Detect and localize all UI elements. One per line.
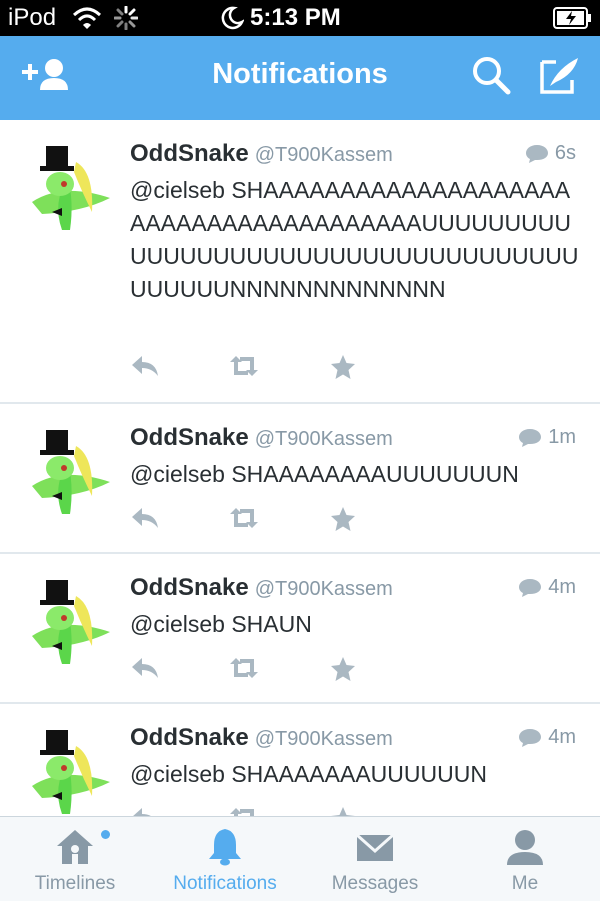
navigation-bar: Notifications <box>0 36 600 120</box>
retweet-icon[interactable] <box>226 656 262 680</box>
favorite-star-icon[interactable] <box>329 806 357 816</box>
author-name[interactable]: OddSnake <box>130 140 249 167</box>
tweet-actions <box>130 656 390 684</box>
compose-tweet-button[interactable] <box>538 54 582 101</box>
tweet-timestamp: 6s <box>525 142 576 165</box>
tweet-text: @cielseb SHAAAAAAAUUUUUUN <box>130 761 487 787</box>
tab-notifications[interactable]: Notifications <box>150 817 300 901</box>
author-handle[interactable]: @T900Kassem <box>255 578 393 600</box>
tab-timelines[interactable]: Timelines <box>0 817 150 901</box>
avatar[interactable] <box>22 576 114 668</box>
envelope-icon <box>356 833 394 861</box>
do-not-disturb-moon-icon <box>221 6 244 30</box>
battery-charging-icon <box>553 7 591 29</box>
status-time: 5:13 PM <box>250 4 341 31</box>
avatar[interactable] <box>22 726 114 816</box>
reply-icon[interactable] <box>130 506 160 530</box>
favorite-star-icon[interactable] <box>329 354 357 380</box>
author-name[interactable]: OddSnake <box>130 724 249 751</box>
tweet-timestamp: 4m <box>519 576 576 599</box>
tab-label: Notifications <box>173 873 277 894</box>
reply-icon[interactable] <box>130 354 160 378</box>
tweet-actions <box>130 506 390 534</box>
tweet-text: @cielseb SHAAAAAAAAUUUUUUUN <box>130 461 519 487</box>
reply-bubble-icon <box>519 729 542 747</box>
carrier-label: iPod <box>8 4 57 31</box>
tweet-item[interactable]: OddSnake @T900Kassem 6s @cielseb SHAAAAAA… <box>0 120 600 404</box>
tab-label: Messages <box>331 873 419 894</box>
tweet-actions <box>130 354 390 382</box>
tab-me[interactable]: Me <box>450 817 600 901</box>
favorite-star-icon[interactable] <box>329 506 357 532</box>
notifications-list[interactable]: OddSnake @T900Kassem 6s @cielseb SHAAAAAA… <box>0 120 600 816</box>
tweet-text: @cielseb SHAUN <box>130 611 312 637</box>
reply-icon[interactable] <box>130 656 160 680</box>
avatar[interactable] <box>22 142 114 234</box>
tweet-actions <box>130 806 390 816</box>
author-name[interactable]: OddSnake <box>130 574 249 601</box>
tab-label: Me <box>511 873 539 894</box>
reply-icon[interactable] <box>130 806 160 816</box>
favorite-star-icon[interactable] <box>329 656 357 682</box>
status-bar: iPod 5:13 PM <box>0 0 600 36</box>
tab-label: Timelines <box>34 873 116 894</box>
tweet-item[interactable]: OddSnake @T900Kassem 4m @cielseb SHAUN <box>0 554 600 704</box>
activity-spinner-icon <box>114 6 138 30</box>
home-icon <box>57 830 93 864</box>
reply-bubble-icon <box>519 429 542 447</box>
tweet-item[interactable]: OddSnake @T900Kassem 1m @cielseb SHAAAAAA… <box>0 404 600 554</box>
person-icon <box>507 830 543 865</box>
author-handle[interactable]: @T900Kassem <box>255 728 393 750</box>
retweet-icon[interactable] <box>226 806 262 816</box>
new-content-badge <box>101 830 110 839</box>
author-handle[interactable]: @T900Kassem <box>255 144 393 166</box>
tweet-text: @cielseb SHAAAAAAAAAAAAAAAAAAAAAAAAAAAAA… <box>130 177 579 302</box>
reply-bubble-icon <box>525 145 548 163</box>
author-handle[interactable]: @T900Kassem <box>255 428 393 450</box>
tweet-timestamp: 4m <box>519 726 576 749</box>
tab-messages[interactable]: Messages <box>300 817 450 901</box>
author-name[interactable]: OddSnake <box>130 424 249 451</box>
avatar[interactable] <box>22 426 114 518</box>
tab-bar: Timelines Notifications Messages Me <box>0 816 600 901</box>
tweet-item[interactable]: OddSnake @T900Kassem 4m @cielseb SHAAAAAA… <box>0 704 600 816</box>
search-icon <box>473 57 511 95</box>
bell-icon <box>209 829 241 866</box>
search-button[interactable] <box>470 54 512 101</box>
retweet-icon[interactable] <box>226 354 262 378</box>
wifi-icon <box>72 7 102 29</box>
tweet-timestamp: 1m <box>519 426 576 449</box>
compose-quill-icon <box>540 58 578 94</box>
retweet-icon[interactable] <box>226 506 262 530</box>
reply-bubble-icon <box>519 579 542 597</box>
